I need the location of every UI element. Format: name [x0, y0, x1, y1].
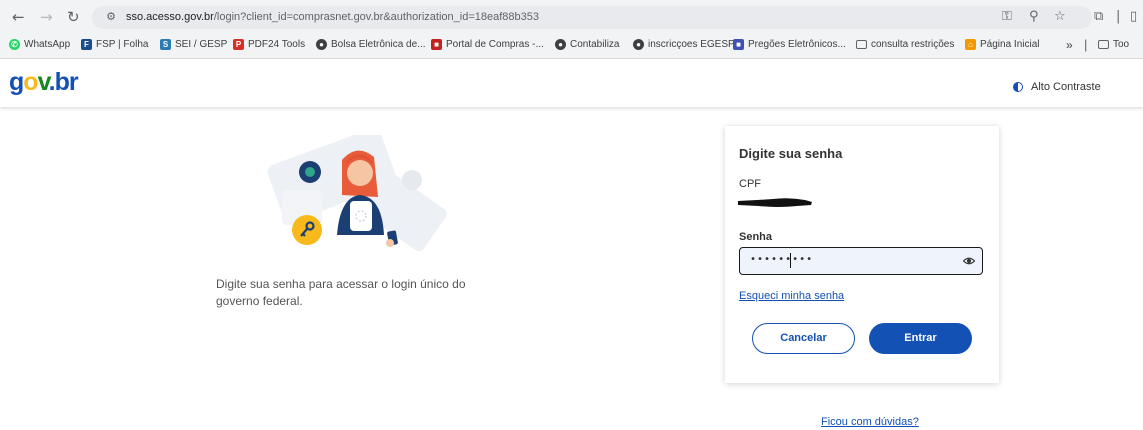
bookmark-item[interactable]: P PDF24 Tools	[233, 39, 305, 50]
login-illustration	[267, 135, 447, 252]
password-masked-value: •••••••••	[750, 254, 814, 265]
cpf-value-redacted	[738, 198, 812, 207]
url-path: /login?client_id=comprasnet.gov.br&autho…	[213, 11, 539, 23]
forward-icon[interactable]: →	[40, 9, 53, 25]
bookmark-label: inscricçoes EGESP	[648, 39, 735, 50]
bookmarks-bar: » | ✆ WhatsApp F FSP | Folha S SEI / GESP P PDF…	[0, 34, 1143, 59]
password-label: Senha	[739, 231, 773, 243]
extensions-icon[interactable]: ⧉	[1094, 9, 1103, 25]
shield-icon	[299, 161, 321, 183]
bookmark-label: Página Inicial	[980, 39, 1040, 50]
login-card: Digite sua senha CPF Senha ••••••••• Esq…	[725, 126, 999, 383]
bookmarks-divider: |	[1084, 37, 1088, 52]
high-contrast-toggle[interactable]: Alto Contraste	[1013, 81, 1101, 93]
browser-toolbar: ← → ↻ ⚙ sso.acesso.gov.br/login?client_i…	[0, 0, 1143, 34]
bookmark-label: consulta restrições	[871, 39, 955, 50]
star-icon[interactable]: ☆	[1054, 9, 1066, 25]
more-bookmarks-button[interactable]: »	[1066, 38, 1073, 52]
card-title: Digite sua senha	[739, 146, 843, 161]
show-password-icon[interactable]	[963, 255, 975, 267]
enter-button[interactable]: Entrar	[869, 323, 972, 354]
whatsapp-icon: ✆	[9, 39, 20, 50]
globe-icon: ●	[316, 39, 327, 50]
bookmark-label: Portal de Compras -...	[446, 39, 544, 50]
home-page-icon: ⌂	[965, 39, 976, 50]
bookmark-label: Contabiliza	[570, 39, 620, 50]
sei-icon: S	[160, 39, 171, 50]
bookmark-label: Bolsa Eletrônica de...	[331, 39, 426, 50]
bookmark-item[interactable]: ⌂ Página Inicial	[965, 39, 1039, 50]
pdf24-icon: P	[233, 39, 244, 50]
bookmark-item[interactable]: ■ Portal de Compras -...	[431, 39, 544, 50]
help-link[interactable]: Ficou com dúvidas?	[821, 416, 919, 428]
folder-icon	[856, 40, 867, 49]
back-icon[interactable]: ←	[12, 9, 25, 25]
bookmark-label: SEI / GESP	[175, 39, 228, 50]
globe-icon: ●	[633, 39, 644, 50]
portal-icon: ■	[431, 39, 442, 50]
logo-letter-g: g	[9, 68, 24, 96]
toolbar-divider: |	[1116, 9, 1121, 24]
bookmark-item[interactable]: S SEI / GESP	[160, 39, 227, 50]
folder-icon	[1098, 40, 1109, 49]
bookmark-label: FSP | Folha	[96, 39, 149, 50]
site-info-icon[interactable]: ⚙	[104, 10, 118, 24]
bookmark-label: Pregões Eletrônicos...	[748, 39, 846, 50]
url-text[interactable]: sso.acesso.gov.br/login?client_id=compra…	[126, 11, 539, 23]
cancel-button[interactable]: Cancelar	[752, 323, 855, 354]
bookmark-item[interactable]: ● inscricçoes EGESP	[633, 39, 735, 50]
reload-icon[interactable]: ↻	[67, 9, 80, 25]
login-description: Digite sua senha para acessar o login ún…	[216, 277, 466, 308]
side-panel-icon[interactable]: ▯	[1130, 9, 1137, 25]
bookmark-item[interactable]: ● Contabiliza	[555, 39, 619, 50]
password-input[interactable]: •••••••••	[739, 247, 983, 275]
bookmark-label: PDF24 Tools	[248, 39, 306, 50]
cpf-label: CPF	[739, 178, 761, 190]
bookmark-item[interactable]: ● Bolsa Eletrônica de...	[316, 39, 426, 50]
globe-icon: ●	[555, 39, 566, 50]
bookmark-item[interactable]: ■ Pregões Eletrônicos...	[733, 39, 846, 50]
logo-letter-v: v	[37, 68, 50, 96]
url-host: sso.acesso.gov.br	[126, 11, 214, 23]
folha-icon: F	[81, 39, 92, 50]
logo-letters-br: .br	[48, 68, 79, 96]
bookmark-label: Too	[1113, 39, 1130, 50]
zoom-icon[interactable]: ⚲	[1029, 9, 1039, 25]
site-header	[0, 59, 1143, 107]
password-key-icon[interactable]: ⚿	[1002, 9, 1012, 25]
bookmark-label: WhatsApp	[24, 39, 71, 50]
contrast-icon	[1013, 82, 1023, 92]
bookmark-item[interactable]: consulta restrições	[856, 39, 954, 50]
bookmark-item[interactable]: Too	[1098, 39, 1129, 50]
text-caret	[790, 253, 791, 268]
bookmark-item[interactable]: ✆ WhatsApp	[9, 39, 70, 50]
govbr-logo[interactable]: gov.br	[9, 68, 79, 97]
key-icon	[292, 215, 322, 245]
high-contrast-label: Alto Contraste	[1031, 81, 1101, 93]
forgot-password-link[interactable]: Esqueci minha senha	[739, 290, 844, 302]
logo-letter-o: o	[23, 68, 38, 96]
pregoes-icon: ■	[733, 39, 744, 50]
bookmark-item[interactable]: F FSP | Folha	[81, 39, 148, 50]
